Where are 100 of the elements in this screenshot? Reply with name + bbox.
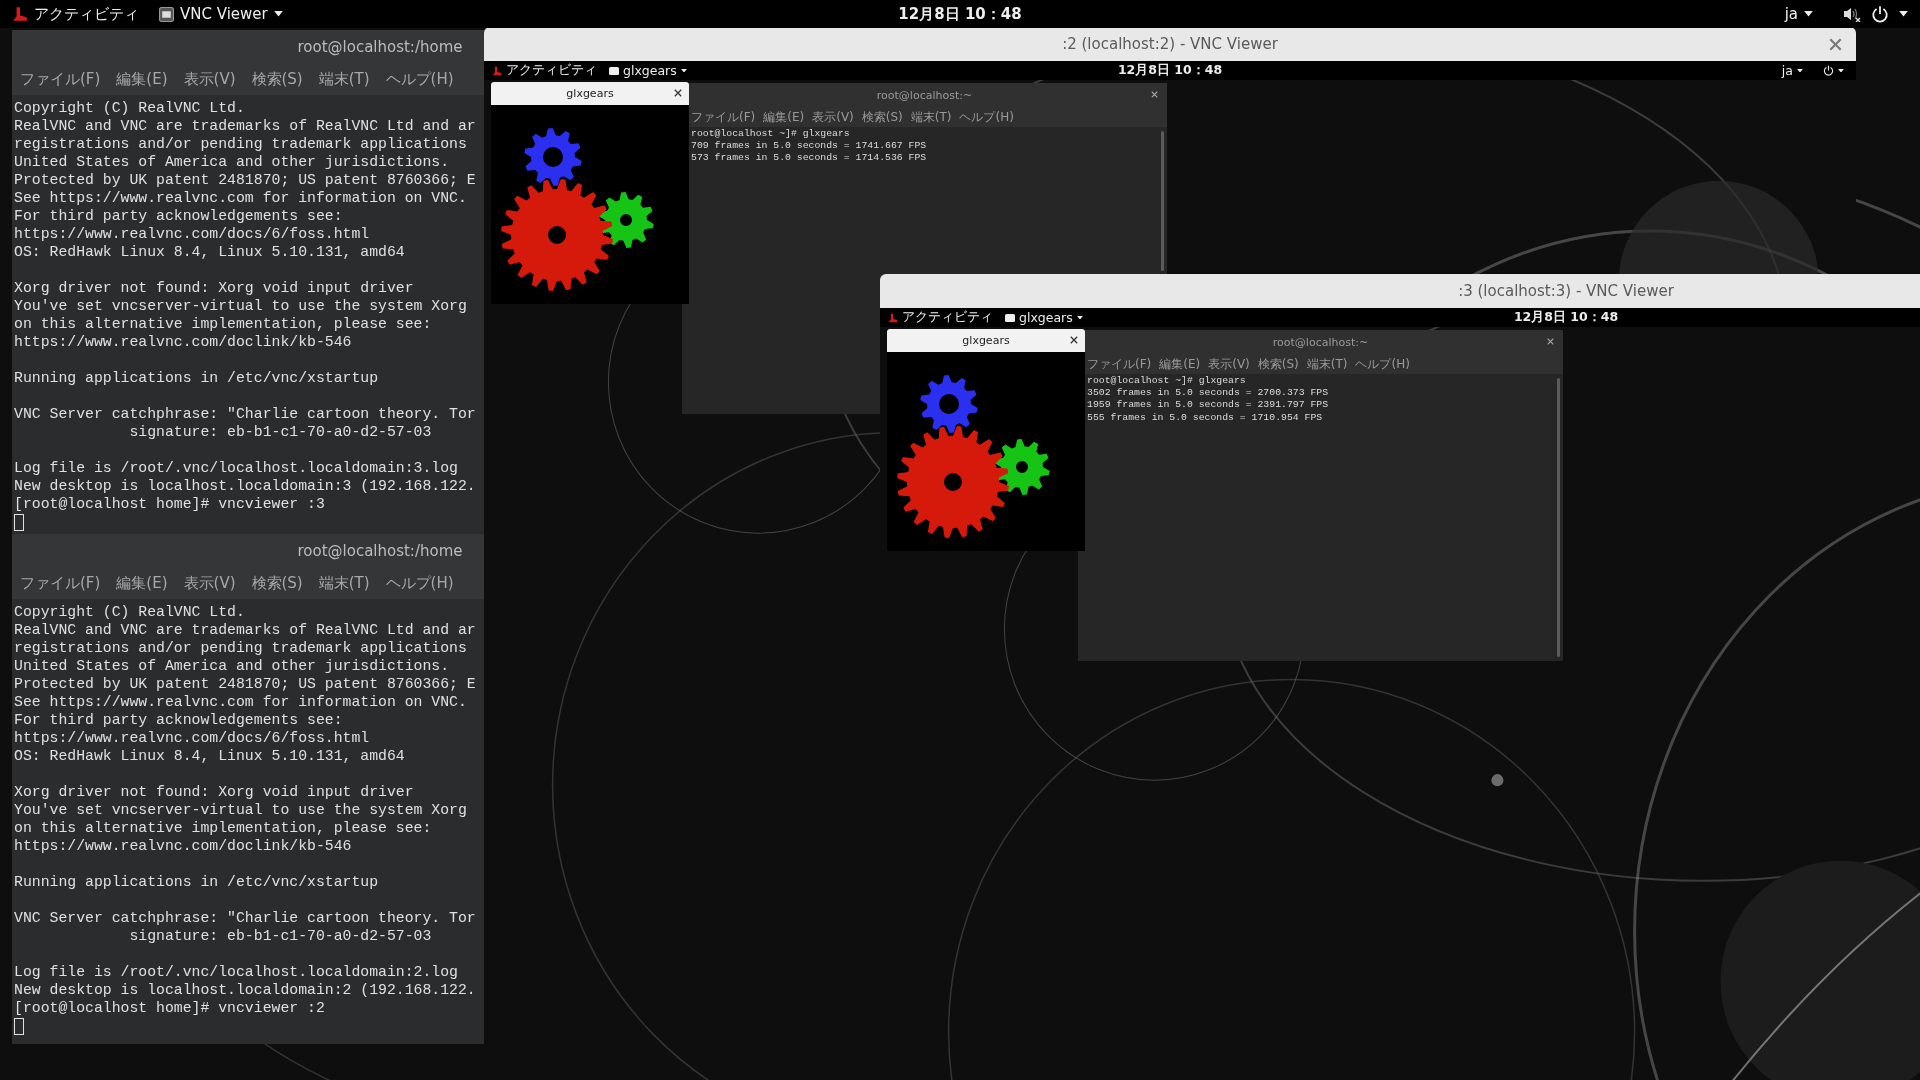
menu-item[interactable]: 端末(T) <box>910 108 952 126</box>
caret-icon <box>1804 11 1813 17</box>
menu-item[interactable]: 編集(E) <box>763 108 805 126</box>
menu-item[interactable]: 端末(T) <box>318 70 370 89</box>
terminal-line: https://www.realvnc.com/doclink/kb-546 <box>14 837 352 855</box>
window-title: :2 (localhost:2) - VNC Viewer <box>1062 35 1278 53</box>
terminal-line: 555 frames in 5.0 seconds = 1710.954 FPS <box>1087 411 1323 424</box>
terminal-line: signature: eb-b1-c1-70-a0-d2-57-03 <box>128 927 432 945</box>
menu-item[interactable]: 表示(V) <box>183 574 236 593</box>
terminal-line: RealVNC and VNC are trademarks of RealVNC Ltd and ar <box>14 117 476 135</box>
window-icon <box>1005 312 1015 323</box>
terminal-line: Xorg driver not found: Xorg void input driver <box>14 279 414 297</box>
terminal-line: registrations and/or pending trademark applications <box>14 639 467 657</box>
terminal-line: root@localhost ~]# glxgears <box>691 128 850 141</box>
terminal-line: RealVNC and VNC are trademarks of RealVNC Ltd and ar <box>14 621 476 639</box>
terminal-line: https://www.realvnc.com/docs/6/foss.html <box>14 729 370 747</box>
caret-icon <box>1076 315 1083 320</box>
terminal-line: Xorg driver not found: Xorg void input driver <box>14 783 414 801</box>
menu-item[interactable]: 検索(S) <box>861 108 903 126</box>
terminal-line: 1959 frames in 5.0 seconds = 2391.797 FPS <box>1087 399 1329 412</box>
system-menu[interactable] <box>1823 65 1844 76</box>
caret-icon <box>1899 11 1908 17</box>
menu-item[interactable]: ファイル(F) <box>691 108 756 126</box>
terminal-line: Log file is /root/.vnc/localhost.localdomain:2.log <box>14 963 458 981</box>
terminal-line: You've set vncserver-virtual to use the system Xorg <box>14 297 467 315</box>
terminal-line: For third party acknowledgements see: <box>14 207 343 225</box>
menu-item[interactable]: ヘルプ(H) <box>959 108 1014 126</box>
terminal-line: on this alternative implementation, please see: <box>14 819 432 837</box>
terminal-line: OS: RedHawk Linux 8.4, Linux 5.10.131, amd64 <box>14 747 405 765</box>
menu-item[interactable]: 検索(S) <box>1257 355 1299 373</box>
clock[interactable]: 12月8日 10：48 <box>898 4 1022 24</box>
menu-item[interactable]: ファイル(F) <box>20 574 101 593</box>
caret-icon <box>1797 68 1803 73</box>
menu-item[interactable]: ヘルプ(H) <box>1355 355 1410 373</box>
terminal-line: on this alternative implementation, please see: <box>14 315 432 333</box>
menu-item[interactable]: 編集(E) <box>116 574 168 593</box>
scrollbar[interactable] <box>1557 378 1560 657</box>
activities-button[interactable]: アクティビティ <box>492 62 597 79</box>
terminal-line: Running applications in /etc/vnc/xstartup <box>14 873 379 891</box>
power-icon <box>1823 65 1834 76</box>
terminal-line: [root@localhost home]# vncviewer :3 <box>14 495 325 513</box>
app-menu[interactable]: glxgears <box>609 63 687 78</box>
terminal-line: New desktop is localhost.localdomain:3 (192.168.122. <box>14 477 476 495</box>
window-icon <box>609 65 619 76</box>
language-menu[interactable]: ja <box>1784 5 1813 23</box>
menu-item[interactable]: 検索(S) <box>251 574 303 593</box>
terminal-line: root@localhost ~]# glxgears <box>1087 375 1246 388</box>
close-icon[interactable] <box>1547 338 1554 345</box>
app-menu[interactable]: VNC Viewer <box>159 5 283 23</box>
window-title: glxgears <box>962 334 1010 347</box>
terminal-line: New desktop is localhost.localdomain:2 (192.168.122. <box>14 981 476 999</box>
close-icon[interactable] <box>1070 336 1078 344</box>
menu-item[interactable]: 表示(V) <box>1208 355 1250 373</box>
terminal-line: signature: eb-b1-c1-70-a0-d2-57-03 <box>128 423 432 441</box>
menu-item[interactable]: 端末(T) <box>318 574 370 593</box>
terminal-line: 3502 frames in 5.0 seconds = 2700.373 FPS <box>1087 387 1329 400</box>
app-menu[interactable]: glxgears <box>1005 310 1083 325</box>
menu-item[interactable]: ファイル(F) <box>20 70 101 89</box>
terminal-line: 573 frames in 5.0 seconds = 1714.536 FPS <box>691 152 927 165</box>
logo-icon <box>888 312 898 323</box>
terminal-line: Running applications in /etc/vnc/xstartup <box>14 369 379 387</box>
terminal-line: Copyright (C) RealVNC Ltd. <box>14 99 245 117</box>
close-icon[interactable] <box>1151 91 1158 98</box>
terminal-line: Copyright (C) RealVNC Ltd. <box>14 603 245 621</box>
activities-button[interactable]: アクティビティ <box>888 309 993 326</box>
language-menu[interactable]: ja <box>1781 63 1803 78</box>
terminal-line: [root@localhost home]# vncviewer :2 <box>14 999 325 1017</box>
logo-icon <box>492 65 502 76</box>
app-icon <box>159 6 174 22</box>
activities-button[interactable]: アクティビティ <box>12 4 139 24</box>
menu-item[interactable]: 表示(V) <box>183 70 236 89</box>
terminal-line: You've set vncserver-virtual to use the system Xorg <box>14 801 467 819</box>
caret-icon <box>1838 68 1844 73</box>
scrollbar[interactable] <box>1161 131 1164 271</box>
close-icon[interactable] <box>674 89 682 97</box>
terminal-line: For third party acknowledgements see: <box>14 711 343 729</box>
terminal-line: VNC Server catchphrase: "Charlie cartoon theory. Tor <box>14 405 476 423</box>
clock[interactable]: 12月8日 10：48 <box>1117 62 1223 79</box>
power-icon <box>1871 5 1889 23</box>
window-title: :3 (localhost:3) - VNC Viewer <box>1458 282 1674 300</box>
menu-item[interactable]: ヘルプ(H) <box>385 70 454 89</box>
menu-item[interactable]: 編集(E) <box>1159 355 1201 373</box>
clock[interactable]: 12月8日 10：48 <box>1513 309 1619 326</box>
menu-item[interactable]: 編集(E) <box>116 70 168 89</box>
caret-icon <box>273 11 283 17</box>
terminal-line: 709 frames in 5.0 seconds = 1741.667 FPS <box>691 140 927 153</box>
terminal-line: https://www.realvnc.com/doclink/kb-546 <box>14 333 352 351</box>
menu-item[interactable]: 検索(S) <box>251 70 303 89</box>
terminal-line: registrations and/or pending trademark applications <box>14 135 467 153</box>
system-menu[interactable] <box>1843 5 1908 23</box>
menu-item[interactable]: 表示(V) <box>812 108 854 126</box>
terminal-line: OS: RedHawk Linux 8.4, Linux 5.10.131, amd64 <box>14 243 405 261</box>
terminal-line: United States of America and other jurisdictions. <box>14 657 450 675</box>
menu-item[interactable]: ヘルプ(H) <box>385 574 454 593</box>
terminal-line: See https://www.realvnc.com for information on VNC. <box>14 189 467 207</box>
window-title: root@localhost:~ <box>876 88 973 102</box>
terminal-line: United States of America and other jurisdictions. <box>14 153 450 171</box>
menu-item[interactable]: ファイル(F) <box>1087 355 1152 373</box>
window-title: root@localhost:~ <box>1272 335 1369 349</box>
menu-item[interactable]: 端末(T) <box>1306 355 1348 373</box>
